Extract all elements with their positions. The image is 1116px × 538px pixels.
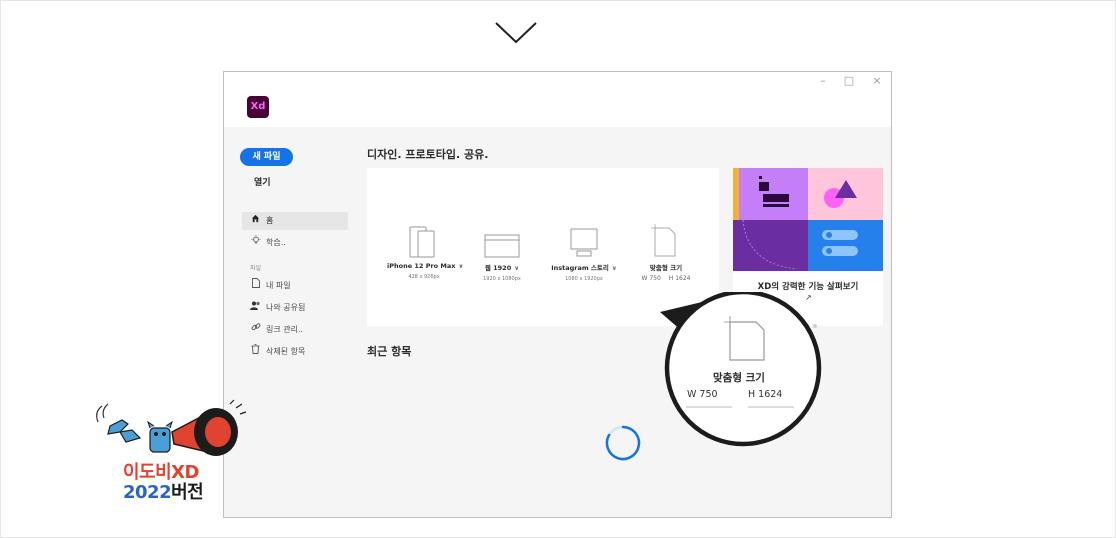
files-section-label: 파일	[250, 265, 262, 272]
sidebar-item-label: 삭제된 항목	[266, 347, 306, 356]
sidebar-item-label: 내 파일	[266, 281, 291, 290]
callout-title: 맞춤형 크기	[713, 372, 765, 384]
hero-title: 디자인. 프로토타입. 공유.	[367, 148, 489, 161]
sidebar-item-label: 나와 공유됨	[266, 303, 306, 312]
chevron-down-icon[interactable]: ∨	[514, 265, 519, 272]
preset-name: 맞춤형 크기	[649, 264, 683, 272]
xd-logo: Xd	[247, 96, 269, 118]
sidebar-item-learn[interactable]: 학습..	[242, 234, 348, 252]
callout-width-field: W 750	[687, 389, 718, 400]
trash-icon	[250, 343, 261, 361]
custom-size-icon	[651, 224, 676, 257]
feature-title[interactable]: XD의 강력한 기능 살펴보기	[733, 280, 883, 292]
sidebar-item-deleted[interactable]: 삭제된 항목	[242, 343, 348, 361]
feature-illustration	[733, 168, 883, 271]
chevron-down-icon[interactable]	[494, 20, 538, 46]
preset-instagram[interactable]: Instagram 스토리 ∨ 1080 x 1920px	[549, 224, 619, 282]
recent-items-title: 최근 항목	[367, 345, 412, 358]
sidebar-item-label: 학습..	[266, 238, 286, 247]
badge-suffix: 버전	[171, 482, 204, 503]
sidebar-item-manage-links[interactable]: 링크 관리..	[242, 321, 348, 339]
document-icon	[250, 277, 261, 295]
preset-dimensions: 1920 x 1080px	[483, 276, 521, 282]
instagram-icon	[570, 228, 598, 257]
open-button[interactable]: 열기	[254, 175, 271, 188]
chevron-down-icon[interactable]: ∨	[458, 263, 463, 270]
phone-icon	[409, 226, 435, 258]
preset-name: Instagram 스토리	[551, 264, 609, 272]
sidebar-item-label: 링크 관리..	[266, 325, 304, 334]
preset-iphone[interactable]: iPhone 12 Pro Max ∨ 428 x 926px	[387, 224, 463, 280]
sidebar-item-home[interactable]: 홈	[242, 212, 348, 230]
preset-dimensions: 428 x 926px	[408, 274, 440, 280]
width-input[interactable]: W 750	[642, 275, 661, 282]
people-icon	[250, 299, 261, 317]
preset-name: iPhone 12 Pro Max	[387, 262, 456, 270]
preset-name: 웹 1920	[484, 264, 512, 272]
link-icon	[250, 321, 261, 339]
title-bar: Xd – □ ×	[224, 72, 891, 127]
new-file-button[interactable]: 새 파일	[240, 148, 293, 166]
sidebar-item-shared[interactable]: 나와 공유됨	[242, 299, 348, 317]
loading-spinner-icon	[605, 425, 641, 461]
lightbulb-icon	[250, 234, 261, 252]
web-icon	[484, 234, 520, 258]
callout-height-field: H 1624	[748, 389, 783, 400]
preset-custom-size[interactable]: 맞춤형 크기 W 750 H 1624	[629, 224, 703, 282]
badge-year: 2022	[123, 482, 172, 503]
height-input[interactable]: H 1624	[669, 275, 691, 282]
sidebar-item-label: 홈	[266, 216, 274, 225]
minimize-button[interactable]: –	[817, 74, 829, 87]
preset-web[interactable]: 웹 1920 ∨ 1920 x 1080px	[477, 224, 527, 282]
close-button[interactable]: ×	[871, 74, 883, 87]
maximize-button[interactable]: □	[843, 74, 855, 87]
home-icon	[250, 212, 261, 230]
chevron-down-icon[interactable]: ∨	[612, 265, 617, 272]
mascot-megaphone-logo	[96, 399, 247, 456]
badge-version: 2022버전	[123, 478, 204, 504]
sidebar-item-my-files[interactable]: 내 파일	[242, 277, 348, 295]
preset-dimensions: 1080 x 1920px	[565, 276, 603, 282]
